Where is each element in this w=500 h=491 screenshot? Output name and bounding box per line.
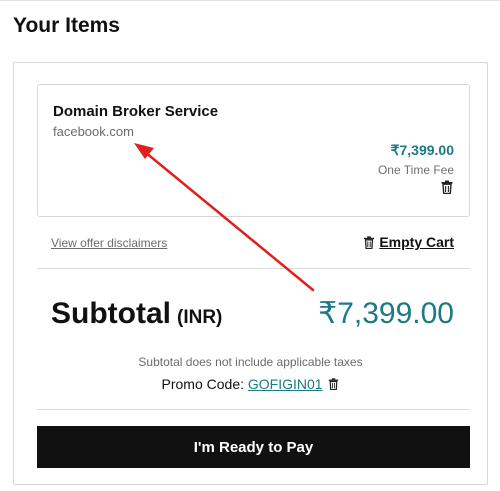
subtotal-text: Subtotal (51, 297, 171, 330)
item-domain: facebook.com (53, 124, 134, 139)
page-title: Your Items (13, 14, 120, 37)
promo-code-row: Promo Code: GOFIGIN01 (14, 376, 487, 392)
promo-label: Promo Code: (161, 376, 248, 392)
cart-item-card: Domain Broker Service facebook.com ₹7,39… (37, 84, 470, 217)
subtotal-currency: (INR) (177, 307, 223, 328)
item-price: ₹7,399.00 (390, 142, 454, 158)
subtotal-amount: ₹7,399.00 (318, 297, 454, 330)
empty-cart-label: Empty Cart (379, 234, 454, 250)
cart-panel: Domain Broker Service facebook.com ₹7,39… (13, 62, 488, 485)
trash-icon (364, 235, 375, 249)
subtotal-label: Subtotal (INR) (51, 297, 222, 331)
empty-cart-button[interactable]: Empty Cart (363, 234, 454, 250)
top-divider (0, 0, 500, 1)
ready-to-pay-button[interactable]: I'm Ready to Pay (37, 426, 470, 468)
item-name: Domain Broker Service (53, 103, 219, 120)
trash-icon[interactable] (328, 378, 339, 390)
tax-note: Subtotal does not include applicable tax… (138, 355, 363, 369)
promo-code-link[interactable]: GOFIGIN01 (248, 376, 323, 392)
trash-icon[interactable] (440, 180, 454, 194)
divider (37, 268, 470, 269)
divider (37, 409, 470, 410)
view-offer-disclaimers-link[interactable]: View offer disclaimers (51, 236, 167, 250)
item-fee-type: One Time Fee (377, 163, 454, 177)
